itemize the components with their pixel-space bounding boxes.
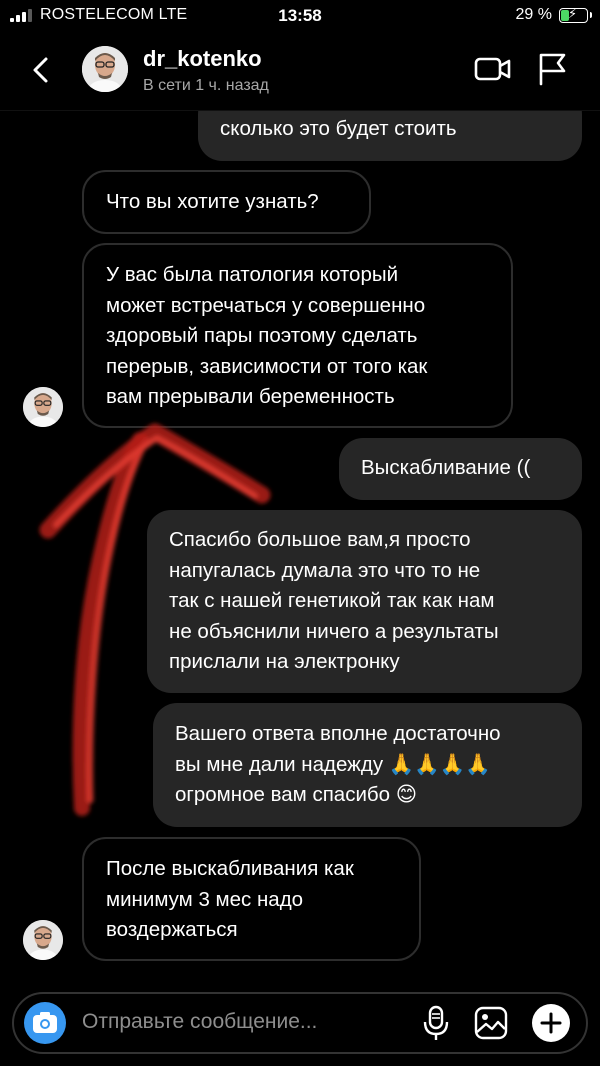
avatar[interactable]	[23, 387, 63, 427]
battery-icon: ⚡	[559, 6, 592, 23]
plus-icon	[540, 1012, 562, 1034]
flag-icon[interactable]	[536, 52, 568, 86]
status-bar: ROSTELECOM LTE 13:58 29 % ⚡	[0, 0, 600, 34]
message-text: Что вы хотите узнать?	[106, 190, 319, 213]
message-text: Вашего ответа вполне достаточно вы мне д…	[175, 722, 501, 806]
clock: 13:58	[278, 6, 322, 25]
message-bubble-received[interactable]: У вас была патология который может встре…	[82, 243, 513, 428]
message-text: Выскабливание ((	[361, 456, 531, 479]
message-bubble-received[interactable]: Что вы хотите узнать?	[82, 170, 371, 234]
message-text: У вас была патология который может встре…	[106, 263, 428, 408]
battery-percent: 29 %	[515, 6, 552, 23]
chat-header: dr_kotenko В сети 1 ч. назад	[0, 34, 600, 111]
message-composer: Отправьте сообщение...	[12, 992, 588, 1054]
gallery-icon[interactable]	[474, 1006, 508, 1040]
username[interactable]: dr_kotenko	[143, 46, 262, 72]
plus-button[interactable]	[532, 1004, 570, 1042]
message-text: После выскабливания как минимум 3 мес на…	[106, 857, 354, 941]
video-call-icon[interactable]	[474, 54, 512, 84]
message-text: Спасибо большое вам,я просто напугалась …	[169, 528, 499, 673]
online-status: В сети 1 ч. назад	[143, 77, 269, 94]
back-chevron-icon[interactable]	[28, 54, 58, 86]
message-bubble-sent[interactable]: Выскабливание ((	[339, 438, 582, 500]
avatar[interactable]	[23, 920, 63, 960]
camera-icon	[33, 1012, 57, 1033]
message-bubble-received[interactable]: После выскабливания как минимум 3 мес на…	[82, 837, 421, 961]
camera-button[interactable]	[24, 1002, 66, 1044]
avatar[interactable]	[82, 46, 128, 92]
message-bubble-sent[interactable]: Вашего ответа вполне достаточно вы мне д…	[153, 703, 582, 827]
message-input[interactable]: Отправьте сообщение...	[82, 1010, 317, 1034]
message-text: сколько это будет стоить	[220, 117, 457, 140]
message-bubble-sent[interactable]: Спасибо большое вам,я просто напугалась …	[147, 510, 582, 693]
microphone-icon[interactable]	[422, 1004, 450, 1042]
